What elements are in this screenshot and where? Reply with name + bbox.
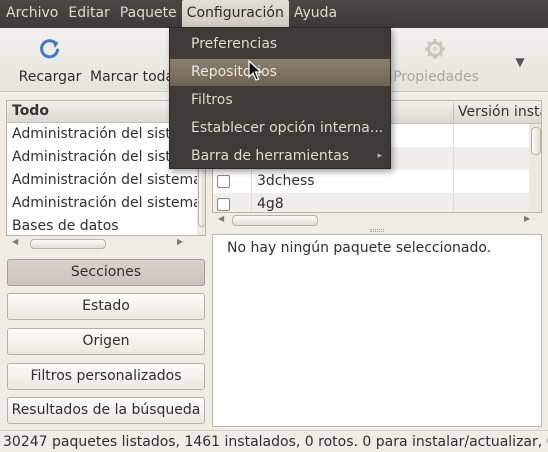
table-row[interactable]: 4g8 [213, 193, 529, 212]
mark-all-label: Marcar toda [90, 69, 175, 85]
toolbar-overflow-icon[interactable]: ▼ [510, 52, 530, 72]
search-results-button[interactable]: Resultados de la búsqueda [7, 397, 205, 424]
list-item[interactable]: Administración del sistema [7, 169, 205, 192]
status-bar: 30247 paquetes listados, 1461 instalados… [0, 430, 548, 452]
packages-vertical-scrollbar[interactable] [529, 124, 541, 212]
reload-button[interactable]: Recargar [18, 36, 82, 88]
menu-item-toolbar[interactable]: Barra de herramientas ▸ [170, 143, 390, 170]
column-separator [453, 193, 454, 212]
scrollbar-thumb[interactable] [232, 215, 318, 226]
sections-button[interactable]: Secciones [7, 259, 205, 286]
packages-horizontal-scrollbar[interactable]: ◀ ▶ [212, 212, 542, 230]
menu-item-repositories[interactable]: Repositorios [170, 59, 390, 86]
column-separator [453, 124, 454, 147]
menu-item-filters[interactable]: Filtros [170, 87, 390, 114]
column-separator [251, 193, 252, 212]
menu-ayuda[interactable]: Ayuda [289, 0, 342, 28]
package-details-pane: No hay ningún paquete seleccionado. [212, 234, 542, 427]
list-item[interactable]: Administración del sistema [7, 192, 205, 215]
menu-item-label: Establecer opción interna... [191, 120, 384, 136]
properties-button[interactable]: Propiedades [393, 36, 479, 88]
properties-label: Propiedades [393, 69, 479, 85]
column-separator [453, 170, 454, 193]
submenu-arrow-icon: ▸ [377, 151, 382, 161]
package-checkbox[interactable] [217, 175, 230, 188]
menu-paquete[interactable]: Paquete [115, 0, 182, 28]
scroll-right-arrow-icon[interactable]: ▶ [177, 237, 183, 246]
scroll-right-arrow-icon[interactable]: ▶ [524, 214, 530, 223]
mark-all-button[interactable]: Marcar toda [90, 36, 174, 88]
column-separator [453, 147, 454, 170]
menu-item-preferences[interactable]: Preferencias [170, 31, 390, 58]
list-item[interactable]: Bases de datos [7, 215, 205, 235]
package-checkbox[interactable] [217, 198, 230, 211]
table-row[interactable]: 3dchess [213, 170, 529, 193]
menu-item-label: Preferencias [191, 36, 278, 52]
reload-label: Recargar [18, 69, 82, 85]
mouse-pointer-icon [248, 60, 262, 81]
menu-item-label: Repositorios [191, 64, 277, 80]
menubar: Archivo Editar Paquete Configuración Ayu… [0, 0, 548, 28]
menu-configuracion[interactable]: Configuración [181, 0, 289, 28]
menu-item-label: Barra de herramientas [191, 148, 350, 164]
column-separator [453, 103, 454, 122]
column-separator [251, 170, 252, 193]
sections-horizontal-scrollbar[interactable]: ◀ ▶ [6, 236, 206, 252]
menu-item-label: Filtros [191, 92, 233, 108]
gear-icon [424, 38, 446, 64]
pane-splitter[interactable] [370, 229, 384, 232]
no-package-selected-message: No hay ningún paquete seleccionado. [227, 240, 492, 256]
package-name: 3dchess [257, 173, 315, 189]
reload-icon [39, 38, 61, 64]
scrollbar-thumb[interactable] [531, 127, 541, 155]
scrollbar-thumb[interactable] [30, 239, 106, 249]
package-name: 4g8 [257, 196, 284, 212]
installed-version-column-header[interactable]: Versión instalada [458, 101, 541, 123]
configuration-menu: Preferencias Repositorios Filtros Establ… [169, 27, 391, 169]
menu-item-set-internal-option[interactable]: Establecer opción interna... [170, 115, 390, 142]
status-button[interactable]: Estado [7, 293, 205, 320]
origin-button[interactable]: Origen [7, 328, 205, 355]
menu-editar[interactable]: Editar [63, 0, 114, 28]
scroll-left-arrow-icon[interactable]: ◀ [12, 237, 18, 246]
menu-archivo[interactable]: Archivo [0, 0, 63, 28]
custom-filters-button[interactable]: Filtros personalizados [7, 363, 205, 390]
scroll-left-arrow-icon[interactable]: ◀ [218, 214, 224, 223]
